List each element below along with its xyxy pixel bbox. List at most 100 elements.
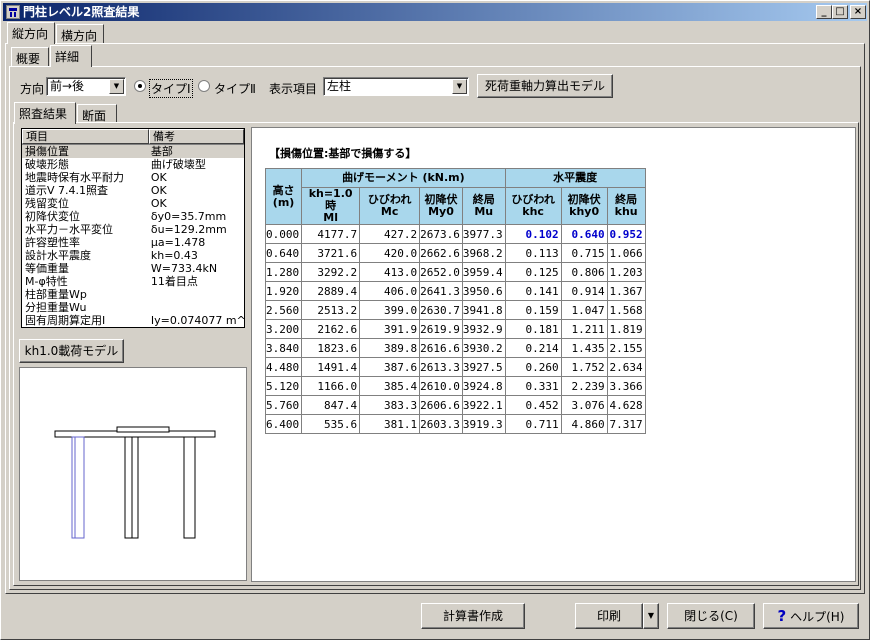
- type2-label[interactable]: タイプⅡ: [214, 80, 256, 97]
- table-cell: 2673.6: [419, 224, 463, 244]
- summary-remarks-cell: δy0=35.7mm: [150, 210, 227, 223]
- table-cell: 3.366: [606, 376, 646, 396]
- summary-grid-row[interactable]: 初降伏変位 δy0=35.7mm: [22, 210, 244, 223]
- table-cell: 1.280: [264, 262, 303, 282]
- column-header: 初降伏 khy0: [560, 187, 608, 225]
- chevron-down-icon[interactable]: ▼: [109, 79, 124, 94]
- summary-grid-row[interactable]: 水平力－水平変位 δu=129.2mm: [22, 223, 244, 236]
- summary-grid-row[interactable]: 残留変位 OK: [22, 197, 244, 210]
- height-header: 高さ (m): [264, 168, 303, 225]
- direction-select[interactable]: 前→後 ▼: [46, 77, 126, 96]
- summary-grid-header: 項目 備考: [22, 129, 244, 145]
- tab-detail[interactable]: 詳細: [50, 45, 92, 67]
- close-button[interactable]: 閉じる(C): [667, 603, 755, 629]
- table-cell: 381.1: [359, 414, 421, 434]
- kh1-load-model-button[interactable]: kh1.0載荷モデル: [19, 339, 124, 363]
- summary-grid-row[interactable]: 破壊形態 曲げ破壊型: [22, 158, 244, 171]
- table-cell: 420.0: [359, 243, 421, 263]
- table-cell: 1.367: [606, 281, 646, 301]
- summary-remarks-cell: Iy=0.074077 m^4: [150, 314, 244, 327]
- display-item-value: 左柱: [327, 79, 352, 93]
- close-window-button[interactable]: ×: [850, 5, 866, 19]
- left-column-highlighted: [71, 436, 85, 539]
- tab-longitudinal[interactable]: 縦方向: [7, 22, 55, 44]
- table-cell: 1166.0: [301, 376, 361, 396]
- table-cell: 1.568: [606, 300, 646, 320]
- table-cell: 2513.2: [301, 300, 361, 320]
- table-cell: 4177.7: [301, 224, 361, 244]
- summary-remarks-cell: W=733.4kN: [150, 262, 218, 275]
- table-cell: 0.125: [504, 262, 562, 282]
- direction-value: 前→後: [50, 79, 85, 93]
- table-cell: 2630.7: [419, 300, 463, 320]
- summary-grid-row[interactable]: 分担重量Wu: [22, 301, 244, 314]
- seismic-group-header: 水平震度: [504, 168, 646, 188]
- table-cell: 1.066: [606, 243, 646, 263]
- chevron-down-icon[interactable]: ▼: [452, 79, 467, 94]
- column-header: ひびわれ khc: [504, 187, 562, 225]
- summary-item-cell: 初降伏変位: [25, 210, 80, 223]
- column-header-remarks[interactable]: 備考: [149, 129, 244, 144]
- summary-item-cell: 許容塑性率: [25, 236, 80, 249]
- type1-radio[interactable]: [134, 80, 146, 92]
- tab-overview[interactable]: 概要: [11, 47, 49, 67]
- type1-label[interactable]: タイプⅠ: [149, 79, 193, 98]
- create-report-button[interactable]: 計算書作成: [421, 603, 525, 629]
- help-button[interactable]: ? ヘルプ(H): [763, 603, 859, 629]
- summary-remarks-cell: OK: [150, 197, 167, 210]
- type2-radio[interactable]: [198, 80, 210, 92]
- table-cell: 0.914: [560, 281, 608, 301]
- table-cell: 0.715: [560, 243, 608, 263]
- table-cell: 2.155: [606, 338, 646, 358]
- pier-drawing-area: [19, 367, 247, 581]
- summary-grid-row[interactable]: 柱部重量Wp: [22, 288, 244, 301]
- table-cell: 4.480: [264, 357, 303, 377]
- summary-grid-row[interactable]: 設計水平震度 kh=0.43: [22, 249, 244, 262]
- summary-remarks-cell: OK: [150, 184, 167, 197]
- summary-remarks-cell: OK: [150, 171, 167, 184]
- table-cell: 3977.3: [461, 224, 506, 244]
- column-header-item[interactable]: 項目: [22, 129, 149, 144]
- table-cell: 427.2: [359, 224, 421, 244]
- table-cell: 3721.6: [301, 243, 361, 263]
- table-cell: 3.840: [264, 338, 303, 358]
- print-button[interactable]: 印刷: [575, 603, 643, 629]
- axial-model-button[interactable]: 死荷重軸力算出モデル: [477, 74, 613, 98]
- summary-grid-row[interactable]: 等価重量 W=733.4kN: [22, 262, 244, 275]
- summary-remarks-cell: 11着目点: [150, 275, 198, 288]
- summary-grid-row[interactable]: 地震時保有水平耐力 OK: [22, 171, 244, 184]
- table-cell: 3919.3: [461, 414, 506, 434]
- table-cell: 1.752: [560, 357, 608, 377]
- table-cell: 1823.6: [301, 338, 361, 358]
- tab-section[interactable]: 断面: [77, 104, 117, 124]
- summary-grid-row[interactable]: 許容塑性率 μa=1.478: [22, 236, 244, 249]
- table-cell: 1.047: [560, 300, 608, 320]
- right-column: [183, 436, 196, 539]
- table-cell: 2162.6: [301, 319, 361, 339]
- tab-transverse[interactable]: 横方向: [56, 24, 104, 44]
- table-cell: 3930.2: [461, 338, 506, 358]
- print-dropdown-button[interactable]: ▼: [643, 603, 659, 629]
- summary-grid-row[interactable]: 道示Ⅴ 7.4.1照査 OK: [22, 184, 244, 197]
- table-cell: 5.760: [264, 395, 303, 415]
- table-cell: 535.6: [301, 414, 361, 434]
- table-cell: 3927.5: [461, 357, 506, 377]
- summary-grid-row[interactable]: M-φ特性 11着目点: [22, 275, 244, 288]
- summary-grid-row[interactable]: 固有周期算定用I Iy=0.074077 m^4: [22, 314, 244, 327]
- minimize-button[interactable]: _: [816, 5, 832, 19]
- display-item-select[interactable]: 左柱 ▼: [323, 77, 469, 96]
- help-button-label: ヘルプ(H): [790, 610, 845, 624]
- table-cell: 2652.0: [419, 262, 463, 282]
- maximize-button[interactable]: □: [832, 5, 848, 19]
- summary-item-cell: 地震時保有水平耐力: [25, 171, 124, 184]
- table-cell: 3941.8: [461, 300, 506, 320]
- summary-item-cell: 残留変位: [25, 197, 69, 210]
- summary-item-cell: 水平力－水平変位: [25, 223, 113, 236]
- table-cell: 0.640: [560, 224, 608, 244]
- table-cell: 3932.9: [461, 319, 506, 339]
- summary-grid-row[interactable]: 損傷位置 基部: [22, 145, 244, 158]
- table-cell: 2.634: [606, 357, 646, 377]
- table-cell: 0.952: [606, 224, 646, 244]
- tab-check-results[interactable]: 照査結果: [14, 102, 76, 124]
- table-cell: 1.203: [606, 262, 646, 282]
